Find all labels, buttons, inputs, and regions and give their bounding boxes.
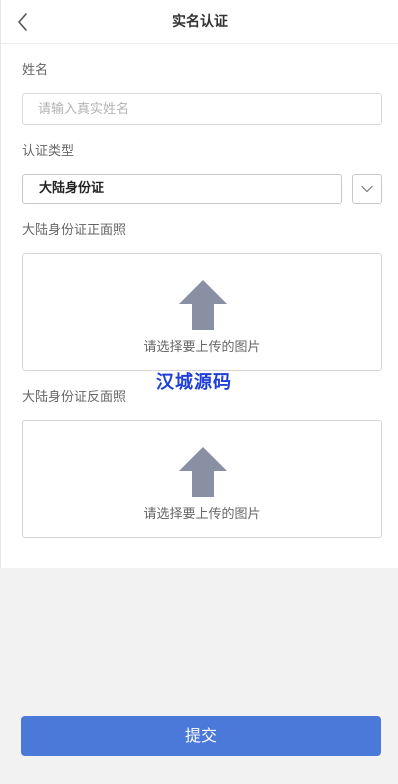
name-label: 姓名 <box>22 63 49 78</box>
upload-arrow-icon <box>179 280 227 330</box>
real-name-auth-screen: 实名认证 姓名 认证类型 大陆身份证 大陆身份证正面照 请选择要上传的图片 汉城… <box>0 0 398 784</box>
upload-hint: 请选择要上传的图片 <box>143 507 261 522</box>
back-photo-upload[interactable]: 请选择要上传的图片 <box>22 420 382 538</box>
watermark: 汉城源码 <box>156 372 232 393</box>
type-label: 认证类型 <box>22 144 75 159</box>
page-title: 实名认证 <box>172 14 228 30</box>
auth-type-dropdown-button[interactable] <box>352 174 382 204</box>
auth-type-select[interactable]: 大陆身份证 <box>22 174 342 204</box>
upload-arrow-icon <box>179 447 227 497</box>
upload-hint: 请选择要上传的图片 <box>143 340 261 355</box>
form-panel: 实名认证 姓名 认证类型 大陆身份证 大陆身份证正面照 请选择要上传的图片 汉城… <box>0 0 398 568</box>
submit-button[interactable]: 提交 <box>21 716 381 756</box>
front-photo-label: 大陆身份证正面照 <box>22 223 127 238</box>
back-photo-label: 大陆身份证反面照 <box>22 390 127 405</box>
chevron-down-icon <box>361 185 373 193</box>
name-input[interactable] <box>22 93 382 125</box>
front-photo-upload[interactable]: 请选择要上传的图片 <box>22 253 382 371</box>
nav-bar: 实名认证 <box>1 0 398 44</box>
